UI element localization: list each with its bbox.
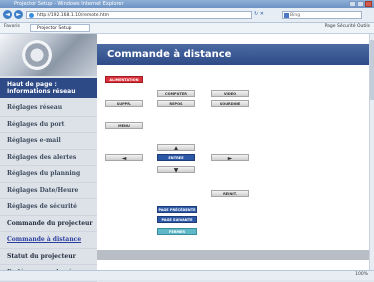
close-menu-button[interactable]: FERMER	[157, 228, 197, 235]
sidebar-item-datetime[interactable]: Réglages Date/Heure	[0, 183, 97, 199]
favorites-bar: Favoris Projector Setup Page Sécurité Ou…	[0, 23, 374, 34]
right-arrow-button[interactable]: ►	[211, 154, 249, 161]
forward-arrow-icon[interactable]: ►	[14, 10, 23, 19]
page-previous-button[interactable]: PAGE PRÉCÉDENTE	[157, 206, 197, 213]
back-arrow-icon[interactable]: ◄	[3, 10, 12, 19]
window-titlebar: Projector Setup - Windows Internet Explo…	[0, 0, 374, 8]
sidebar-item-projector-control[interactable]: Commande du projecteur	[0, 216, 97, 232]
main-content: Commande à distance ALIMENTATION COMPUTE…	[97, 34, 369, 270]
window-controls	[349, 1, 372, 7]
mute-button[interactable]: SOURDINE	[211, 100, 249, 107]
logo-ring-icon	[22, 40, 52, 70]
scrollbar-thumb[interactable]	[370, 40, 374, 100]
command-bar[interactable]: Page Sécurité Outils	[325, 24, 370, 29]
up-arrow-button[interactable]: ▲	[157, 144, 195, 151]
close-button[interactable]	[365, 1, 372, 7]
navigation-bar: ◄ ► http://192.168.1.10/remote.htm ↻ ✕ B…	[0, 8, 374, 23]
sidebar-item-network[interactable]: Réglages réseau	[0, 100, 97, 117]
status-bar: 100%	[0, 270, 374, 280]
address-text: http://192.168.1.10/remote.htm	[37, 13, 109, 18]
search-engine-icon	[284, 13, 289, 18]
page-scrollbar[interactable]	[369, 34, 374, 270]
page-title: Commande à distance	[97, 44, 369, 65]
down-arrow-button[interactable]: ▼	[157, 166, 195, 173]
computer-button[interactable]: COMPUTER	[157, 90, 195, 97]
sidebar-item-port[interactable]: Réglages du port	[0, 117, 97, 133]
zoom-level[interactable]: 100%	[355, 272, 368, 277]
left-arrow-button[interactable]: ◄	[105, 154, 143, 161]
sidebar-item-security[interactable]: Réglages de sécurité	[0, 199, 97, 216]
standby-button[interactable]: REPOS	[157, 100, 195, 107]
sidebar-menu: Réglages réseau Réglages du port Réglage…	[0, 100, 97, 282]
window-title: Projector Setup - Windows Internet Explo…	[14, 1, 124, 7]
search-input[interactable]: Bing	[282, 11, 362, 19]
page-next-button[interactable]: PAGE SUIVANTE	[157, 216, 197, 223]
ie-icon	[29, 13, 34, 18]
sidebar-item-alerts[interactable]: Réglages des alertes	[0, 150, 97, 166]
sidebar-header-link[interactable]: Haut de page : Informations réseau	[0, 78, 97, 98]
minimize-button[interactable]	[349, 1, 356, 7]
delete-button[interactable]: SUPPR.	[105, 100, 143, 107]
sidebar: Haut de page : Informations réseau Régla…	[0, 34, 97, 282]
refresh-stop-icons[interactable]: ↻ ✕	[254, 11, 264, 17]
address-bar[interactable]: http://192.168.1.10/remote.htm	[26, 11, 252, 19]
sidebar-item-email[interactable]: Réglages e-mail	[0, 133, 97, 150]
web-page: Haut de page : Informations réseau Régla…	[0, 34, 369, 282]
search-placeholder: Bing	[290, 13, 301, 18]
power-button[interactable]: ALIMENTATION	[105, 76, 143, 83]
sidebar-item-projector-status[interactable]: Statut du projecteur	[0, 249, 97, 265]
reset-button[interactable]: REINIT.	[211, 190, 249, 197]
menu-button[interactable]: MENU	[105, 122, 143, 129]
favorites-button[interactable]: Favoris	[4, 24, 20, 29]
logo	[0, 34, 97, 76]
sidebar-item-remote-control[interactable]: Commande à distance	[0, 232, 97, 249]
video-button[interactable]: VIDEO	[211, 90, 249, 97]
sidebar-item-schedule[interactable]: Réglages du planning	[0, 166, 97, 183]
browser-tab[interactable]: Projector Setup	[30, 24, 90, 32]
enter-button[interactable]: ENTREE	[157, 154, 195, 161]
page-footer	[97, 250, 369, 260]
maximize-button[interactable]	[357, 1, 364, 7]
